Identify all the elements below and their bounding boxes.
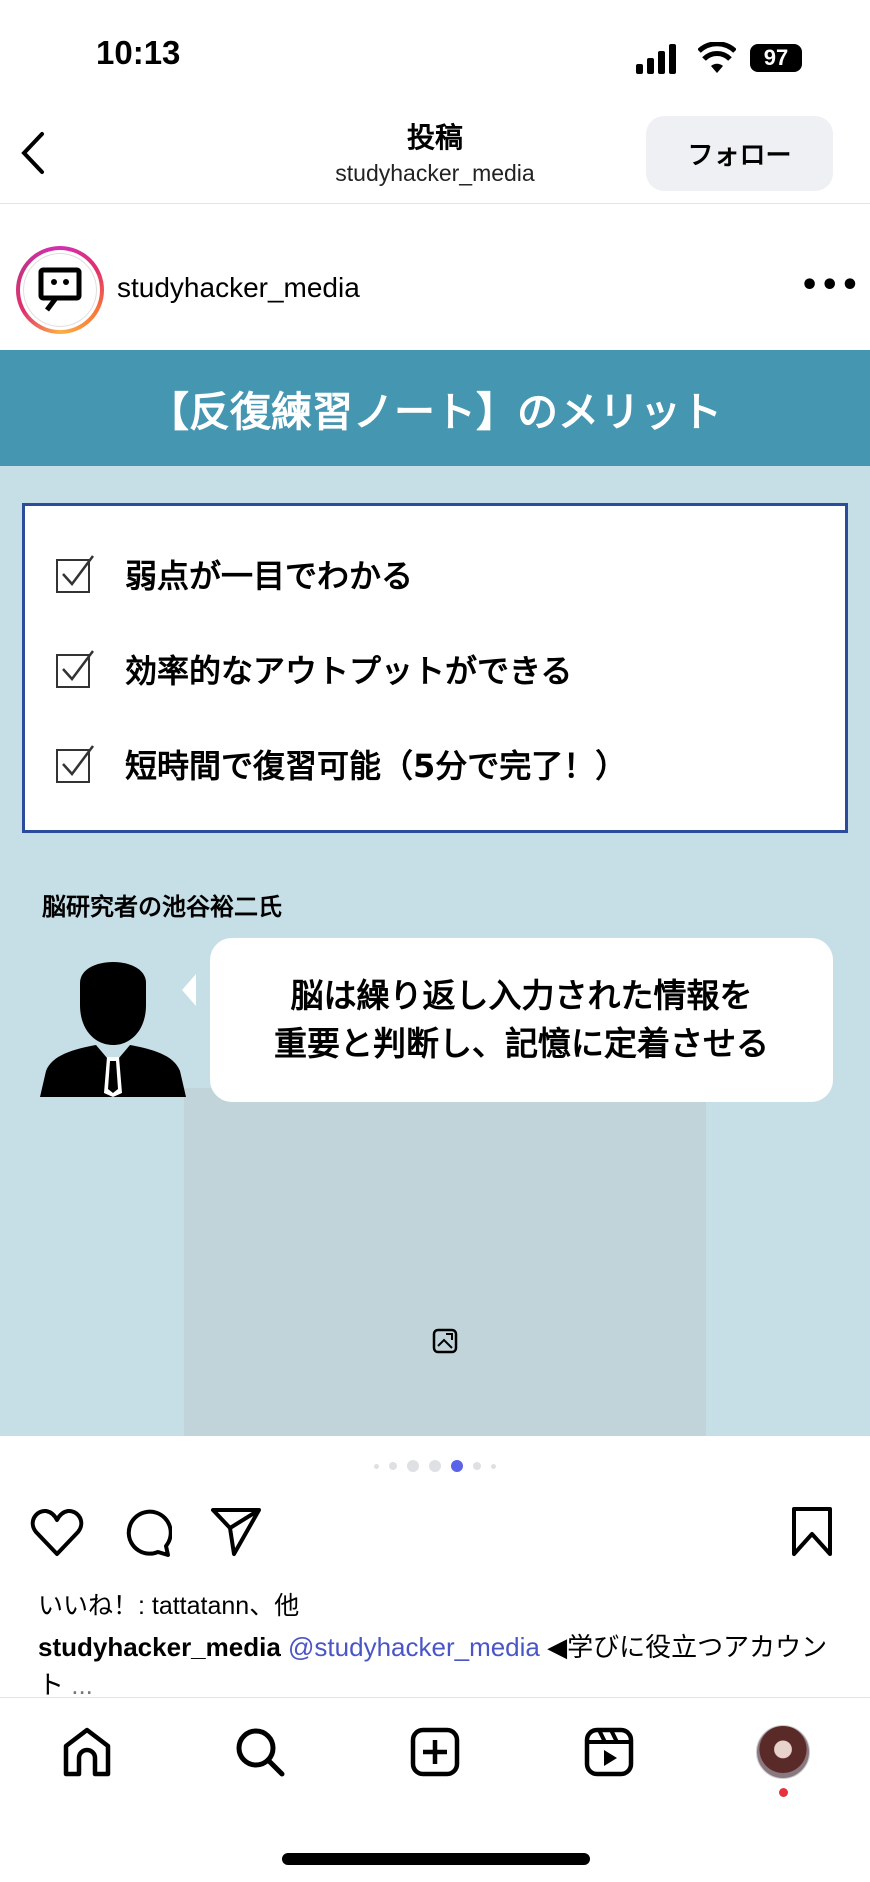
tab-bar-divider bbox=[0, 1697, 870, 1698]
checkbox-icon bbox=[56, 650, 94, 688]
battery-indicator: 97 bbox=[750, 44, 802, 72]
carousel-indicator bbox=[0, 1460, 870, 1472]
search-icon bbox=[236, 1728, 285, 1777]
image-loading-icon bbox=[432, 1328, 458, 1354]
carousel-dot bbox=[389, 1462, 397, 1470]
image-placeholder bbox=[184, 1088, 706, 1436]
tab-home[interactable] bbox=[57, 1722, 117, 1782]
checkbox-icon bbox=[56, 745, 94, 783]
researcher-label: 脳研究者の池谷裕二氏 bbox=[42, 893, 282, 921]
tab-create[interactable] bbox=[405, 1722, 465, 1782]
bookmark-icon[interactable] bbox=[790, 1506, 834, 1558]
signal-icon bbox=[636, 44, 676, 74]
home-icon bbox=[63, 1727, 111, 1777]
chat-logo-icon bbox=[38, 267, 82, 312]
tab-search[interactable] bbox=[230, 1722, 290, 1782]
checklist-item: 効率的なアウトプットができる bbox=[55, 646, 572, 692]
tab-reels[interactable] bbox=[579, 1722, 639, 1782]
carousel-dot bbox=[374, 1463, 379, 1469]
carousel-dot bbox=[407, 1460, 419, 1472]
post-image[interactable]: 【反復練習ノート】のメリット 弱点が一目でわかる 効率的なアウトプットができる … bbox=[0, 350, 870, 1436]
quote-bubble: 脳は繰り返し入力された情報を 重要と判断し、記憶に定着させる bbox=[182, 938, 833, 1102]
profile-avatar bbox=[756, 1725, 810, 1779]
checklist-item: 弱点が一目でわかる bbox=[55, 551, 413, 597]
status-time: 10:13 bbox=[96, 34, 181, 71]
checklist-box: 弱点が一目でわかる 効率的なアウトプットができる 短時間で復習可能（5分で完了！… bbox=[22, 503, 848, 833]
carousel-dot-active bbox=[451, 1460, 463, 1472]
caption-more[interactable]: ... bbox=[64, 1670, 93, 1700]
divider bbox=[0, 203, 870, 204]
person-silhouette-icon bbox=[40, 962, 186, 1097]
notification-dot bbox=[779, 1788, 788, 1797]
likes-text[interactable]: いいね！: tattatann、他 bbox=[38, 1586, 299, 1622]
tab-profile[interactable] bbox=[753, 1722, 813, 1782]
caption-username[interactable]: studyhacker_media bbox=[38, 1632, 281, 1662]
carousel-dot bbox=[473, 1462, 481, 1470]
carousel-dot bbox=[491, 1463, 496, 1469]
checklist-item: 短時間で復習可能（5分で完了！） bbox=[55, 741, 627, 787]
comment-icon[interactable] bbox=[122, 1506, 172, 1558]
share-send-icon[interactable] bbox=[210, 1506, 262, 1558]
checkbox-icon bbox=[56, 555, 94, 593]
follow-button[interactable]: フォロー bbox=[646, 116, 833, 191]
post-username[interactable]: studyhacker_media bbox=[117, 272, 360, 304]
caption-mention[interactable]: @studyhacker_media bbox=[288, 1632, 540, 1662]
slide-title: 【反復練習ノート】のメリット bbox=[0, 350, 870, 466]
more-options-icon[interactable]: ••• bbox=[800, 268, 861, 303]
wifi-icon bbox=[698, 42, 736, 73]
carousel-dot bbox=[429, 1460, 441, 1472]
account-avatar[interactable] bbox=[16, 246, 104, 334]
caption: studyhacker_media @studyhacker_media ◀学び… bbox=[38, 1628, 838, 1704]
like-heart-icon[interactable] bbox=[30, 1508, 84, 1558]
reels-icon bbox=[584, 1727, 634, 1777]
home-indicator bbox=[282, 1853, 590, 1865]
create-icon bbox=[410, 1727, 460, 1777]
